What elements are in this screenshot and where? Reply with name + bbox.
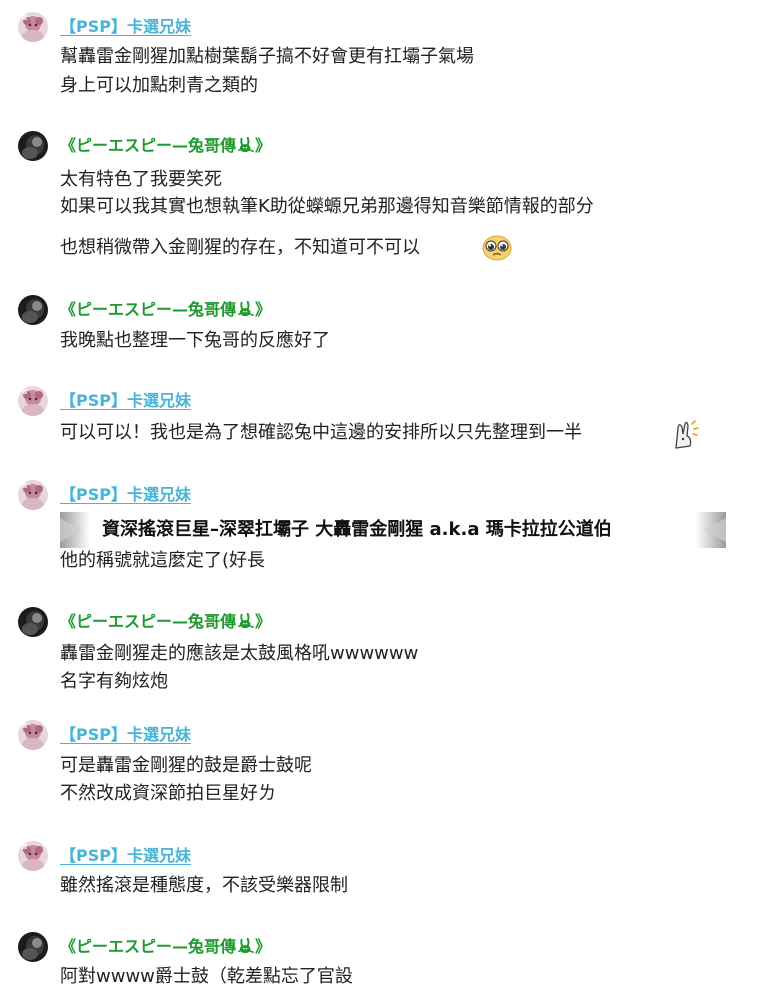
- avatar[interactable]: [18, 295, 48, 325]
- avatar[interactable]: [18, 386, 48, 416]
- username-label[interactable]: 《ピーエスピー—兔哥傳》: [60, 136, 271, 156]
- rabbit-icon: [237, 613, 255, 629]
- message-line: 不然改成資深節拍巨星好ㄌ: [60, 783, 276, 804]
- banner-text: 資深搖滾巨星–深翠扛壩子 大轟雷金剛猩 a.k.a 瑪卡拉拉公道伯: [102, 519, 612, 540]
- username-text: 《ピーエスピー—兔哥傳: [60, 136, 237, 155]
- username-label[interactable]: 《ピーエスピー—兔哥傳》: [60, 612, 271, 632]
- message-line: 如果可以我其實也想執筆K助從蠑螈兄弟那邊得知音樂節情報的部分: [60, 196, 594, 217]
- username-label[interactable]: 《ピーエスピー—兔哥傳》: [60, 300, 271, 320]
- avatar[interactable]: [18, 607, 48, 637]
- message-line: 身上可以加點刺青之類的: [60, 75, 258, 96]
- message-line: 雖然搖滾是種態度，不該受樂器限制: [60, 875, 348, 896]
- username-text: 【PSP】卡選兄妹: [60, 485, 191, 504]
- avatar[interactable]: [18, 480, 48, 510]
- username-text-end: 》: [255, 136, 272, 155]
- username-label[interactable]: 《ピーエスピー—兔哥傳》: [60, 937, 271, 957]
- message-line: 轟雷金剛猩走的應該是太鼓風格吼wwwwww: [60, 643, 419, 664]
- username-text: 《ピーエスピー—兔哥傳: [60, 612, 237, 631]
- message-line: 阿對wwww爵士鼓（乾差點忘了官設: [60, 966, 353, 987]
- username-text: 《ピーエスピー—兔哥傳: [60, 300, 237, 319]
- avatar[interactable]: [18, 932, 48, 962]
- message-line: 可以可以！我也是為了想確認兔中這邊的安排所以只先整理到一半: [60, 422, 582, 443]
- username-text: 【PSP】卡選兄妹: [60, 725, 191, 744]
- username-link[interactable]: 【PSP】卡選兄妹: [60, 391, 191, 411]
- rabbit-icon: [237, 301, 255, 317]
- rabbit-icon: [237, 938, 255, 954]
- message-line: 他的稱號就這麼定了(好長: [60, 550, 266, 571]
- bunny-sticker-icon: [675, 420, 699, 449]
- username-text-end: 》: [255, 937, 272, 956]
- message-line: 可是轟雷金剛猩的鼓是爵士鼓呢: [60, 755, 312, 776]
- username-text: 【PSP】卡選兄妹: [60, 846, 191, 865]
- avatar[interactable]: [18, 720, 48, 750]
- username-link[interactable]: 【PSP】卡選兄妹: [60, 17, 191, 37]
- username-link[interactable]: 【PSP】卡選兄妹: [60, 725, 191, 745]
- username-text: 【PSP】卡選兄妹: [60, 391, 191, 410]
- pleading-face-icon: [482, 235, 512, 261]
- message-line: 幫轟雷金剛猩加點樹葉鬍子搞不好會更有扛壩子氣場: [60, 46, 474, 67]
- avatar[interactable]: [18, 12, 48, 42]
- username-text-end: 》: [255, 300, 272, 319]
- message-line: 太有特色了我要笑死: [60, 169, 222, 190]
- title-banner: 資深搖滾巨星–深翠扛壩子 大轟雷金剛猩 a.k.a 瑪卡拉拉公道伯: [60, 512, 726, 548]
- username-text: 【PSP】卡選兄妹: [60, 17, 191, 36]
- username-text: 《ピーエスピー—兔哥傳: [60, 937, 237, 956]
- message-line: 我晚點也整理一下兔哥的反應好了: [60, 330, 330, 351]
- avatar[interactable]: [18, 131, 48, 161]
- message-line: 也想稍微帶入金剛猩的存在，不知道可不可以: [60, 237, 420, 258]
- avatar[interactable]: [18, 841, 48, 871]
- username-link[interactable]: 【PSP】卡選兄妹: [60, 485, 191, 505]
- message-line: 名字有夠炫炮: [60, 671, 168, 692]
- username-link[interactable]: 【PSP】卡選兄妹: [60, 846, 191, 866]
- rabbit-icon: [237, 137, 255, 153]
- username-text-end: 》: [255, 612, 272, 631]
